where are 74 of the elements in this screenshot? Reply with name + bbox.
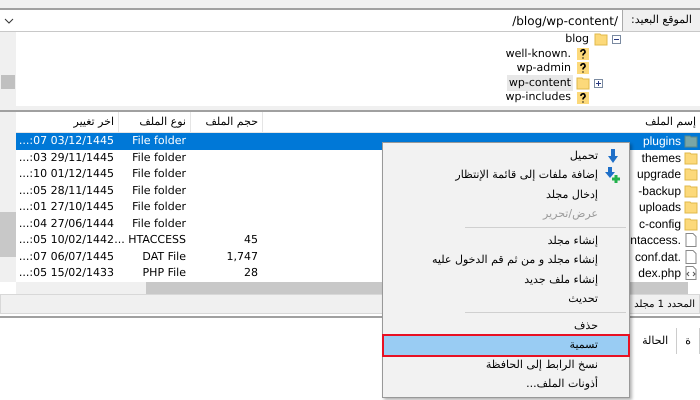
menu-item[interactable]: إدخال مجلد <box>384 185 628 204</box>
file-name[interactable]: ntaccess. <box>630 231 681 250</box>
folder-icon <box>684 167 698 182</box>
menu-item[interactable]: إنشاء ملف جديد <box>384 270 628 290</box>
modified-date: ...:10 01/12/1445 <box>18 166 114 182</box>
modified-date: ...:07 06/07/1445 <box>18 248 114 264</box>
modified-date: ...:05 15/02/1433 <box>18 265 114 281</box>
file-type: File folder <box>132 199 186 215</box>
add-arrow-icon <box>605 167 621 184</box>
file-type: File folder <box>132 150 186 166</box>
column-header[interactable]: إسم الملف <box>262 112 700 132</box>
file-icon <box>684 250 698 264</box>
file-type: DAT File <box>142 248 186 264</box>
file-icon <box>684 233 698 248</box>
collapse-icon[interactable] <box>612 34 621 44</box>
modified-date: ...:04 27/06/1444 <box>18 216 114 232</box>
menu-item[interactable]: حذف <box>384 316 628 336</box>
download-arrow-icon <box>607 148 619 164</box>
file-name[interactable]: upgrade <box>636 165 681 184</box>
tree-item[interactable]: wp-content <box>506 74 573 92</box>
menu-item[interactable]: تحميل <box>384 146 628 166</box>
status-text: المحدد 1 مجلد <box>634 298 695 312</box>
menu-item[interactable]: نسخ الرابط إلى الحافظة <box>384 355 628 374</box>
tree-item[interactable]: wp-includes <box>503 89 573 106</box>
modified-date: ...:07 03/12/1445 <box>18 133 114 149</box>
file-type: PHP File <box>142 265 186 281</box>
file-name[interactable]: dex.php <box>638 264 681 282</box>
file-name[interactable]: conf.dat. <box>634 248 681 266</box>
unknown-folder-icon <box>576 61 590 76</box>
file-name[interactable]: c-config <box>638 214 681 233</box>
menu-item[interactable]: تسمية <box>384 336 628 355</box>
modified-date: ...:05 10/02/1442 <box>18 232 114 248</box>
splitter[interactable] <box>0 106 700 112</box>
column-header[interactable]: اخر تغيير <box>16 112 118 132</box>
folder-icon <box>684 134 698 148</box>
file-type: File folder <box>132 182 186 198</box>
remote-site-label: الموقع البعيد: <box>622 10 700 31</box>
file-size: 28 <box>244 265 258 281</box>
tree-item[interactable]: blog <box>563 31 591 48</box>
expand-icon[interactable] <box>594 78 603 88</box>
modified-date: ...:05 28/11/1445 <box>18 182 114 198</box>
folder-icon <box>576 76 590 90</box>
menu-item[interactable]: إنشاء مجلد <box>384 231 628 250</box>
code-file-icon <box>684 266 698 280</box>
file-type: File folder <box>132 216 186 232</box>
modified-date: ...:03 29/11/1445 <box>18 150 114 166</box>
column-header[interactable]: حجم الملف <box>190 112 262 132</box>
menu-item[interactable]: إنشاء مجلد و من ثم قم الدخول عليه <box>384 250 628 270</box>
menu-item[interactable]: تحديث <box>384 290 628 309</box>
folder-icon <box>684 200 698 214</box>
file-name[interactable]: themes <box>642 148 681 167</box>
folder-icon <box>684 216 698 231</box>
tree-item[interactable]: well-known. <box>504 46 573 62</box>
menu-item: عرض/تحرير <box>542 206 599 222</box>
menu-item[interactable]: أذونات الملف... <box>384 374 628 394</box>
file-size: 1,747 <box>226 248 258 264</box>
column-header[interactable]: نوع الملف <box>118 112 190 132</box>
file-type: File folder <box>132 166 186 182</box>
file-name[interactable]: -backup <box>638 182 681 200</box>
folder-icon <box>594 32 608 46</box>
unknown-folder-icon <box>576 46 590 61</box>
scrollbar[interactable] <box>0 32 16 106</box>
folder-icon <box>684 184 698 198</box>
file-type: File folder <box>132 133 186 149</box>
menu-item[interactable]: إضافة ملفات إلى قائمة الإنتظار <box>384 166 628 185</box>
tree-item[interactable]: wp-admin <box>514 60 573 77</box>
file-type: ... HTACCESS <box>114 232 186 248</box>
file-name[interactable]: plugins <box>642 132 681 150</box>
folder-icon <box>684 150 698 165</box>
modified-date: ...:01 27/10/1445 <box>18 199 114 215</box>
unknown-folder-icon <box>576 90 590 105</box>
file-size: 45 <box>244 232 258 248</box>
scrollbar[interactable] <box>0 112 16 282</box>
file-name[interactable]: uploads <box>638 198 681 216</box>
